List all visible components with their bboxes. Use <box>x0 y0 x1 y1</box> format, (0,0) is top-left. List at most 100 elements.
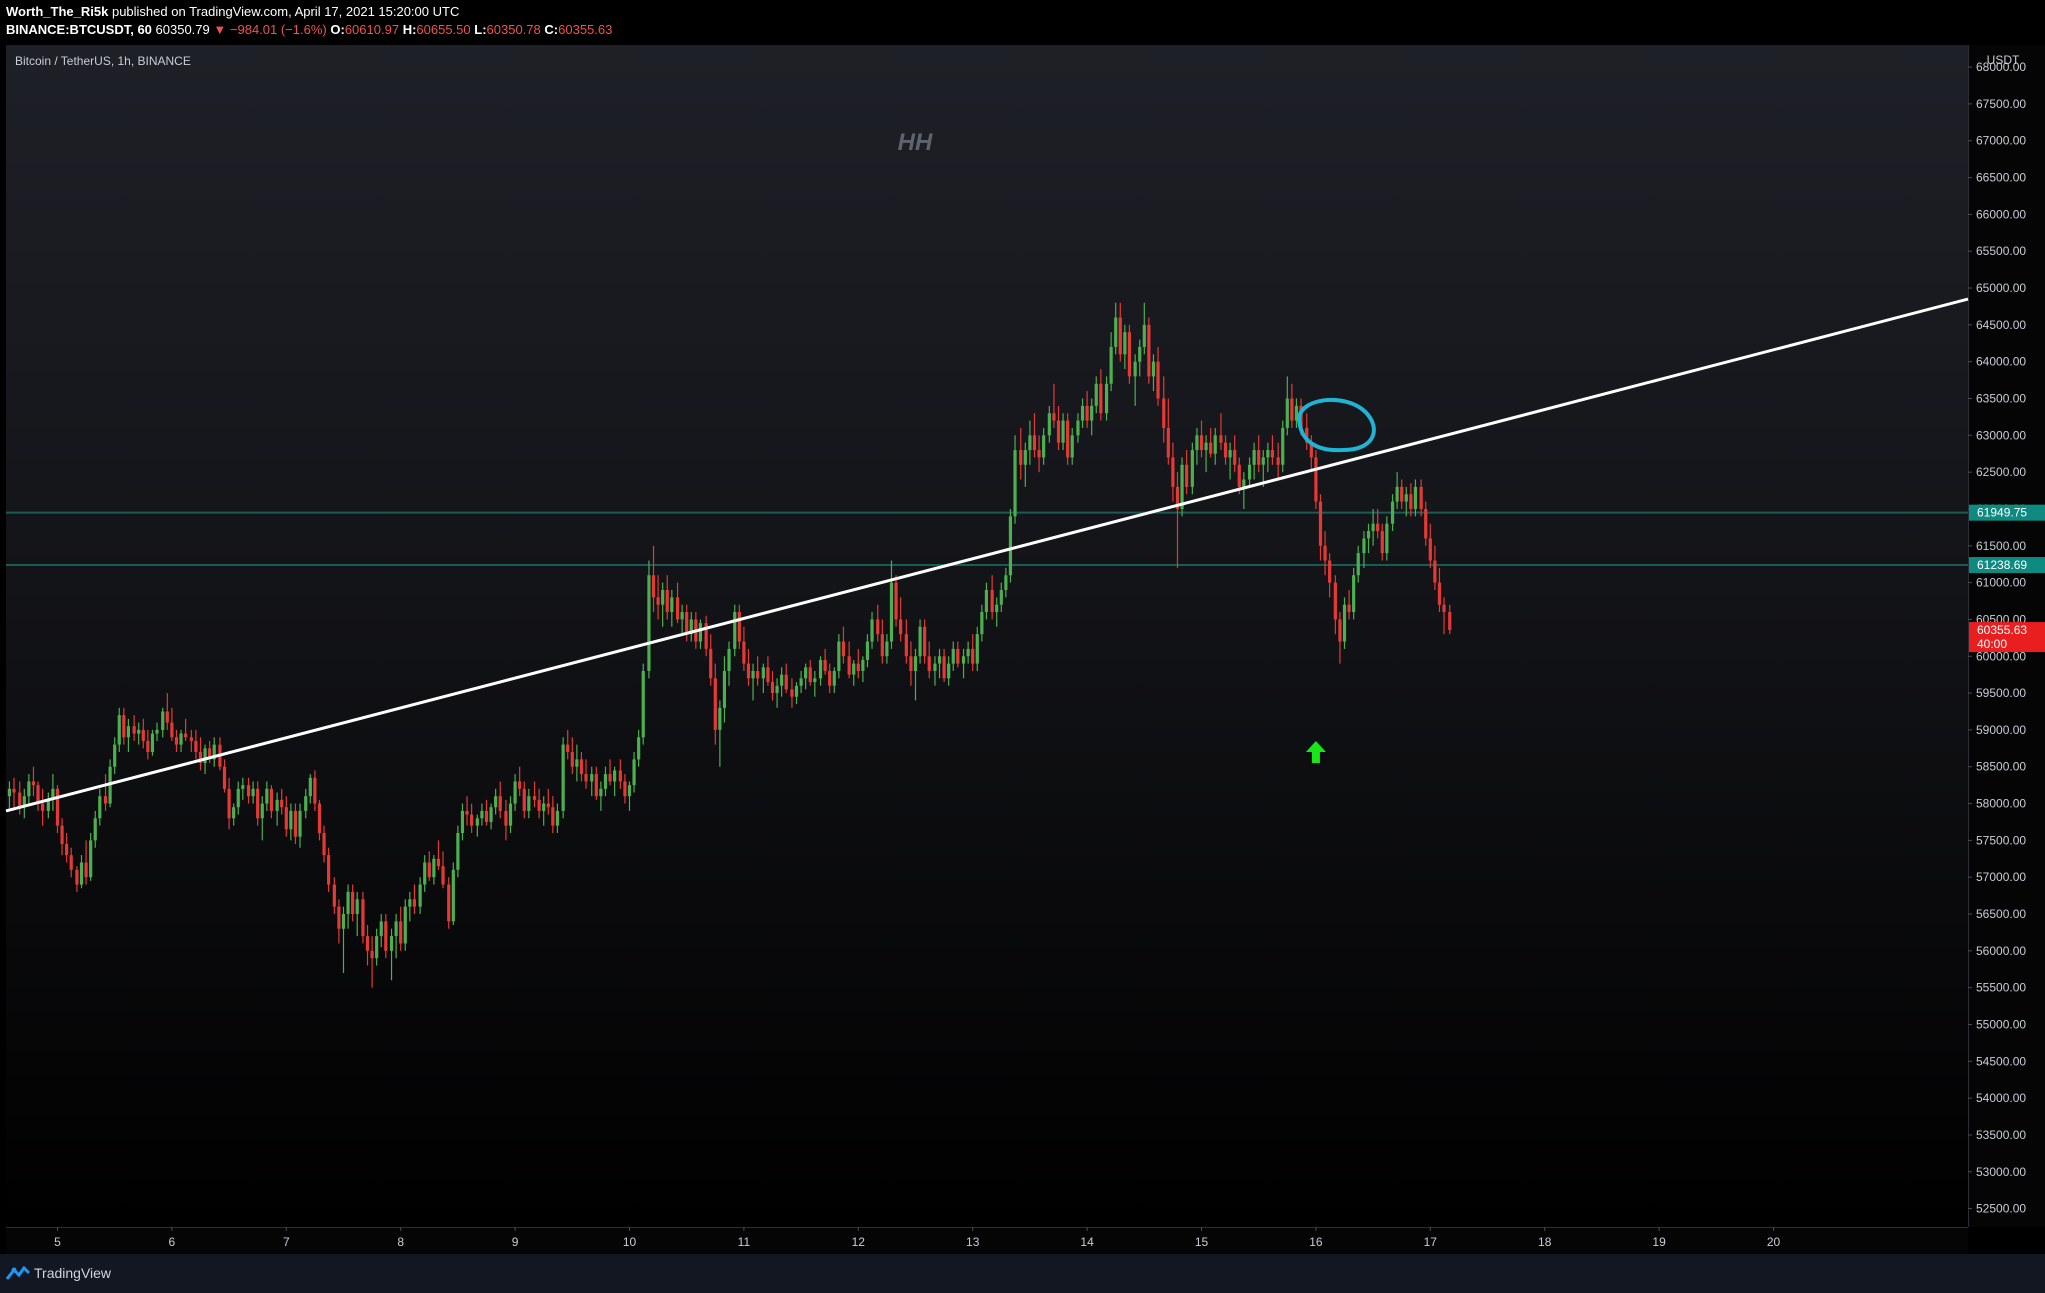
x-tick-label: 20 <box>1767 1235 1781 1249</box>
candle-body <box>1448 612 1452 631</box>
candle-body <box>289 810 293 830</box>
candle-body <box>1023 450 1027 465</box>
candle-body <box>933 663 937 671</box>
candle-body <box>641 670 645 738</box>
candle-body <box>241 785 245 789</box>
candle-body <box>269 788 274 811</box>
candle-body <box>389 936 394 951</box>
candle-body <box>790 689 794 697</box>
candle-body <box>647 575 651 671</box>
candle-body <box>447 884 451 922</box>
candle-body <box>1404 494 1408 502</box>
candle-body <box>451 869 455 922</box>
candle-body <box>1314 457 1318 502</box>
candle-body <box>518 781 522 789</box>
candle-body <box>93 818 97 841</box>
candle-body <box>1328 560 1332 583</box>
candle-body <box>1042 435 1046 458</box>
x-tick-label: 19 <box>1652 1235 1666 1249</box>
candle-body <box>656 597 660 605</box>
y-tick-label: 56500.00 <box>1976 907 2026 921</box>
footer-brand[interactable]: TradingView <box>34 1265 111 1281</box>
x-tick-label: 11 <box>738 1235 751 1249</box>
candle-body <box>1371 523 1375 532</box>
price-badge-label: 61949.75 <box>1977 506 2027 520</box>
candle-body <box>971 648 975 664</box>
candle-body <box>937 656 942 664</box>
candle-body <box>876 619 880 635</box>
y-tick-label: 64500.00 <box>1976 318 2026 332</box>
candle-body <box>746 663 751 679</box>
candle-body <box>1085 405 1089 421</box>
price-badge-countdown: 40:00 <box>1977 637 2007 651</box>
candle-body <box>832 670 836 686</box>
candle-body <box>956 648 960 664</box>
candle-body <box>923 626 927 657</box>
candle-body <box>403 906 407 944</box>
candle-body <box>1127 332 1132 377</box>
candle-body <box>1147 324 1151 377</box>
candle-body <box>165 711 169 723</box>
candle-body <box>1270 450 1275 458</box>
candle-body <box>990 589 994 613</box>
candle-body <box>370 950 374 959</box>
candle-body <box>418 884 422 907</box>
candle-body <box>1008 516 1013 576</box>
candle-body <box>1166 427 1170 458</box>
candle-body <box>1142 324 1146 347</box>
candle-body <box>194 740 198 752</box>
highlight-circle <box>1297 398 1376 453</box>
y-tick-label: 66000.00 <box>1976 207 2026 221</box>
candle-body <box>31 781 36 786</box>
candle-body <box>1352 575 1356 613</box>
candle-body <box>599 788 603 797</box>
candle-body <box>1219 435 1223 443</box>
candle-body <box>1356 553 1360 576</box>
candle-body <box>780 674 784 686</box>
candle-body <box>155 729 159 734</box>
candle-body <box>841 641 846 657</box>
candle-body <box>275 799 279 811</box>
tradingview-logo-icon[interactable] <box>5 1265 31 1283</box>
candle-body <box>966 648 970 657</box>
y-tick-label: 55000.00 <box>1976 1017 2026 1031</box>
candle-body <box>1151 361 1156 377</box>
candle-body <box>995 604 999 613</box>
candle-body <box>852 663 856 675</box>
y-tick-label: 68000.00 <box>1976 60 2026 74</box>
candle-body <box>189 737 193 741</box>
candle-body <box>1338 619 1342 642</box>
candle-body <box>313 777 317 804</box>
trendline[interactable] <box>5 297 1969 813</box>
candle-body <box>885 641 889 657</box>
candle-body <box>794 685 799 697</box>
price-badge-label: 61238.69 <box>1977 558 2027 572</box>
candle-body <box>1437 582 1442 605</box>
candle-body <box>79 862 84 885</box>
candle-body <box>1080 405 1085 421</box>
candle-body <box>408 899 412 907</box>
candle-body <box>651 575 656 598</box>
x-tick-label: 12 <box>852 1235 866 1249</box>
candle-body <box>1056 420 1061 443</box>
candle-body <box>1099 383 1103 414</box>
candle-body <box>918 626 922 657</box>
candle-body <box>542 803 546 811</box>
candle-body <box>504 810 508 826</box>
candlestick-chart[interactable]: HHUSDT68000.0067500.0067000.0066500.0066… <box>0 0 2045 1293</box>
candle-body <box>947 663 951 679</box>
y-tick-label: 58500.00 <box>1976 760 2026 774</box>
candle-body <box>27 781 31 797</box>
candle-body <box>65 844 69 856</box>
candle-body <box>337 906 341 929</box>
candle-body <box>150 733 155 752</box>
candle-body <box>751 670 755 679</box>
candle-body <box>498 796 502 811</box>
candle-body <box>856 663 860 671</box>
candle-body <box>122 715 126 738</box>
candle-body <box>98 796 102 819</box>
candle-body <box>1237 464 1241 487</box>
candle-body <box>818 659 823 679</box>
x-tick-label: 18 <box>1538 1235 1552 1249</box>
candle-body <box>623 781 627 797</box>
